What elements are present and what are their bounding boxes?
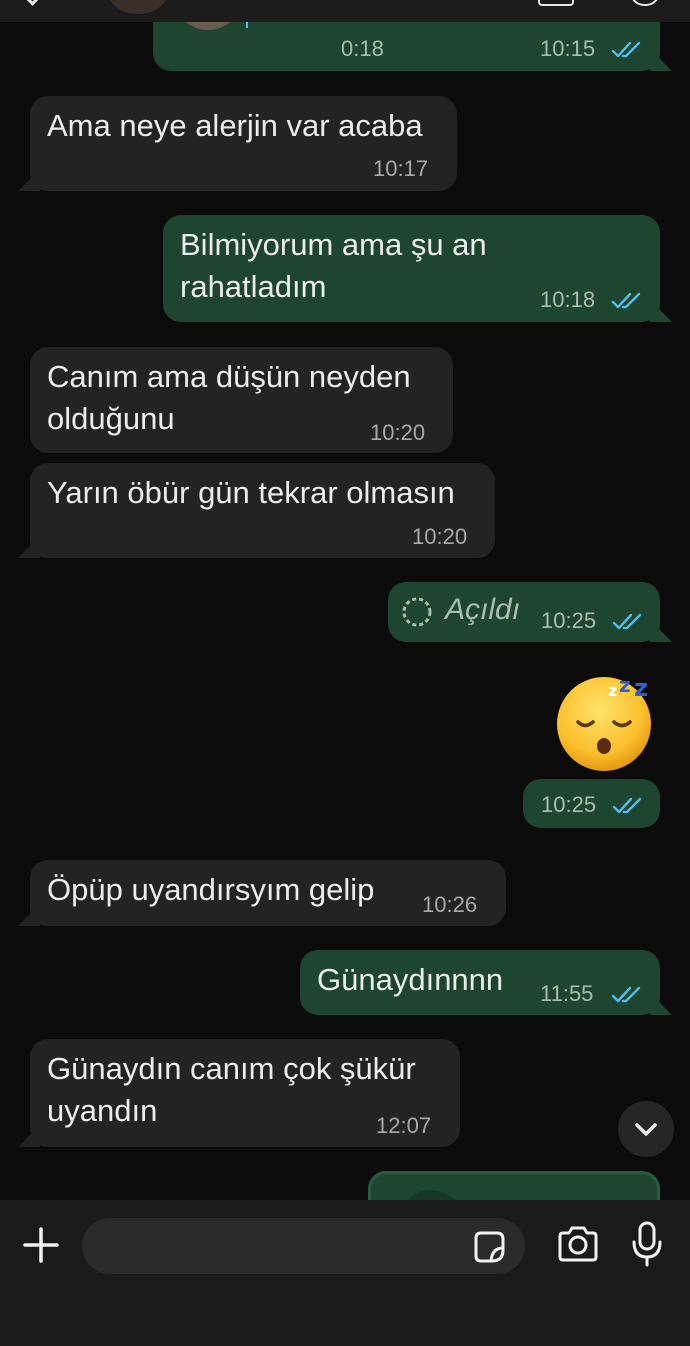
sticker-icon[interactable] bbox=[470, 1228, 508, 1266]
read-ticks-icon bbox=[611, 291, 645, 311]
message-input-container[interactable] bbox=[82, 1218, 525, 1274]
phone-call-icon[interactable] bbox=[630, 0, 660, 6]
incoming-message[interactable]: Öpüp uyandırsyım gelip 10:26 bbox=[18, 860, 506, 926]
svg-text:z: z bbox=[608, 681, 617, 700]
incoming-message[interactable]: Ama neye alerjin var acaba 10:17 bbox=[18, 96, 457, 191]
plus-icon[interactable] bbox=[22, 1226, 60, 1264]
contact-avatar[interactable] bbox=[108, 0, 168, 14]
message-time: 10:20 bbox=[412, 524, 468, 549]
chat-header bbox=[0, 0, 690, 22]
sleeping-face-emoji: z z z bbox=[557, 673, 651, 771]
composer-bar bbox=[0, 1200, 690, 1346]
incoming-message[interactable]: Yarın öbür gün tekrar olmasın 10:20 bbox=[18, 463, 495, 558]
chevron-down-icon bbox=[635, 1123, 657, 1136]
outgoing-sticker-meta[interactable]: 10:25 bbox=[523, 779, 660, 828]
message-time: 10:25 bbox=[541, 608, 597, 633]
message-time: 10:18 bbox=[540, 287, 596, 312]
message-time: 10:26 bbox=[422, 892, 478, 917]
camera-icon[interactable] bbox=[556, 1224, 600, 1264]
microphone-icon[interactable] bbox=[630, 1220, 664, 1268]
read-ticks-icon bbox=[611, 40, 645, 60]
message-time: 12:07 bbox=[376, 1113, 432, 1138]
svg-text:z: z bbox=[634, 674, 648, 702]
incoming-message[interactable]: Canım ama düşün neyden olduğunu 10:20 bbox=[30, 347, 453, 453]
voice-duration: 0:18 bbox=[341, 36, 384, 61]
view-once-icon bbox=[402, 597, 432, 627]
message-text: Günaydınnnn bbox=[317, 962, 504, 997]
message-text: Yarın öbür gün tekrar olmasın bbox=[47, 475, 455, 510]
message-time: 10:25 bbox=[541, 792, 597, 817]
read-ticks-icon bbox=[612, 796, 646, 816]
back-icon[interactable] bbox=[23, 0, 42, 6]
message-time: 10:15 bbox=[540, 36, 596, 61]
message-time: 10:17 bbox=[373, 156, 429, 181]
outgoing-view-once-message[interactable]: Açıldı 10:25 bbox=[388, 582, 672, 642]
scroll-to-bottom-button[interactable] bbox=[618, 1101, 674, 1157]
outgoing-message[interactable]: Günaydınnnn 11:55 bbox=[300, 950, 672, 1015]
svg-text:z: z bbox=[619, 673, 631, 697]
video-call-icon[interactable] bbox=[538, 0, 574, 6]
read-ticks-icon bbox=[612, 612, 646, 632]
message-time: 11:55 bbox=[540, 981, 594, 1006]
message-text: Açıldı bbox=[445, 593, 521, 626]
incoming-message[interactable]: Günaydın canım çok şükür uyandın 12:07 bbox=[18, 1039, 460, 1147]
message-time: 10:20 bbox=[370, 420, 426, 445]
read-ticks-icon bbox=[611, 985, 645, 1005]
outgoing-message[interactable]: Bilmiyorum ama şu an rahatladım 10:18 bbox=[163, 215, 672, 322]
message-input[interactable] bbox=[102, 1226, 466, 1268]
message-text: Ama neye alerjin var acaba bbox=[47, 108, 423, 143]
